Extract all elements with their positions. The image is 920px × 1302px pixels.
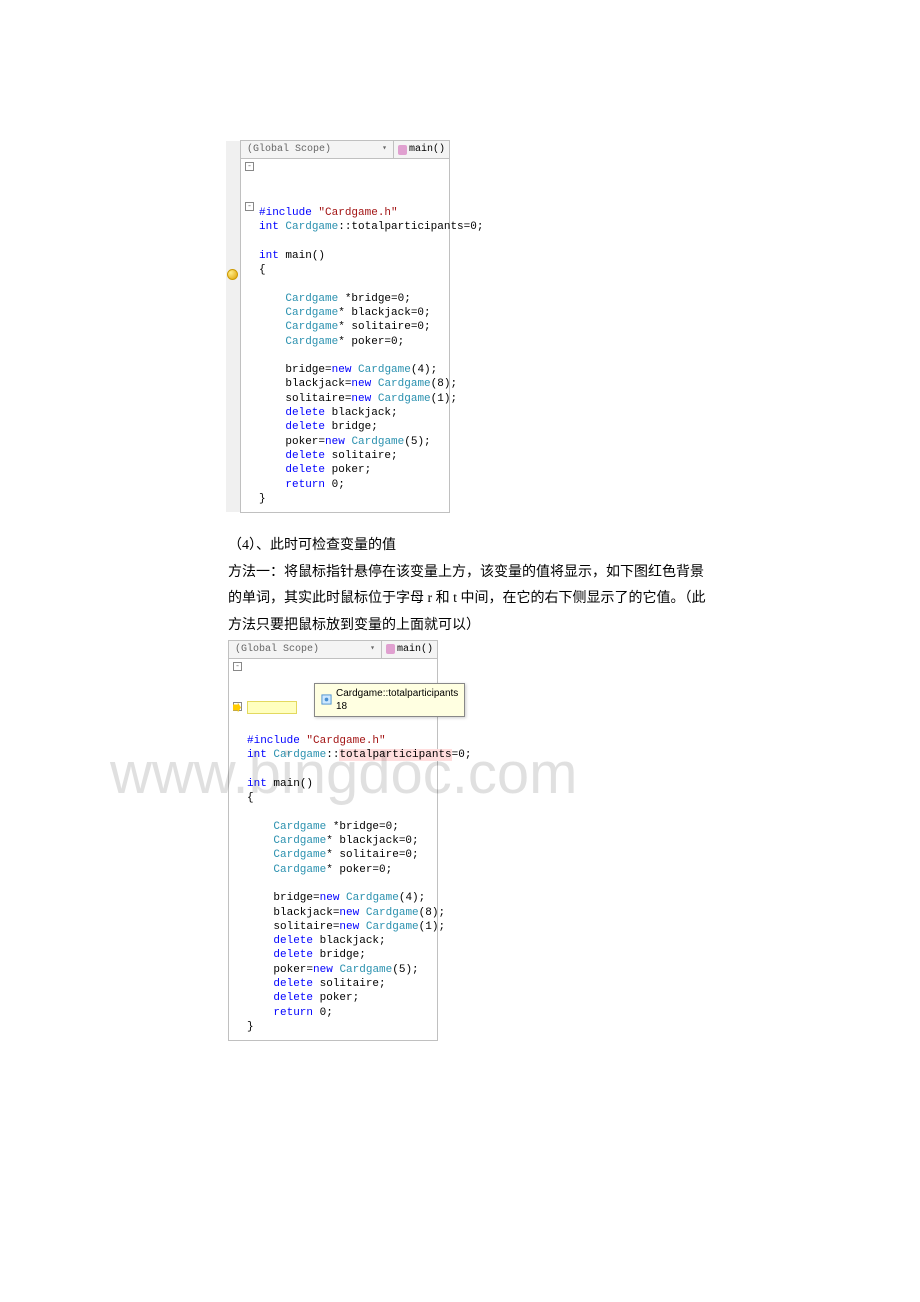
- text-line: 的单词，其实此时鼠标位于字母 r 和 t 中间，在它的右下侧显示了的它值。（此: [228, 586, 748, 613]
- code-editor-block-1: (Global Scope) ▾ main() - - #include "Ca…: [240, 140, 450, 513]
- variable-tooltip: Cardgame::totalparticipants 18: [314, 683, 465, 717]
- chevron-down-icon: ▾: [382, 144, 387, 154]
- execution-highlight: [247, 701, 297, 714]
- function-icon: [398, 145, 407, 155]
- breakpoint-icon: [227, 269, 238, 280]
- text-line: （4）、此时可检查变量的值: [228, 533, 748, 560]
- gutter: [226, 141, 240, 512]
- scope-bar: (Global Scope) ▾ main(): [241, 141, 449, 159]
- tooltip-text: Cardgame::totalparticipants 18: [336, 687, 458, 713]
- function-icon: [386, 644, 395, 654]
- document-text: （4）、此时可检查变量的值 方法一：将鼠标指针悬停在该变量上方，该变量的值将显示…: [228, 533, 748, 639]
- function-dropdown[interactable]: main(): [382, 641, 437, 658]
- function-label: main(): [397, 643, 433, 656]
- scope-label: (Global Scope): [235, 643, 319, 656]
- collapse-toggle-icon[interactable]: -: [245, 202, 254, 211]
- scope-dropdown[interactable]: (Global Scope) ▾: [229, 641, 382, 658]
- function-label: main(): [409, 143, 445, 156]
- code-editor-block-2: (Global Scope) ▾ main() - - #include "Ca…: [228, 640, 438, 1042]
- collapse-toggle-icon[interactable]: -: [245, 162, 254, 171]
- scope-bar: (Global Scope) ▾ main(): [229, 641, 437, 659]
- text-line: 方法一：将鼠标指针悬停在该变量上方，该变量的值将显示，如下图红色背景: [228, 560, 748, 587]
- function-dropdown[interactable]: main(): [394, 141, 449, 158]
- code-content: - - #include "Cardgame.h" int Cardgame::…: [241, 159, 449, 512]
- text-line: 方法只要把鼠标放到变量的上面就可以）: [228, 613, 748, 640]
- scope-dropdown[interactable]: (Global Scope) ▾: [241, 141, 394, 158]
- chevron-down-icon: ▾: [370, 644, 375, 654]
- variable-icon: [321, 694, 332, 705]
- scope-label: (Global Scope): [247, 143, 331, 156]
- collapse-toggle-icon[interactable]: -: [233, 662, 242, 671]
